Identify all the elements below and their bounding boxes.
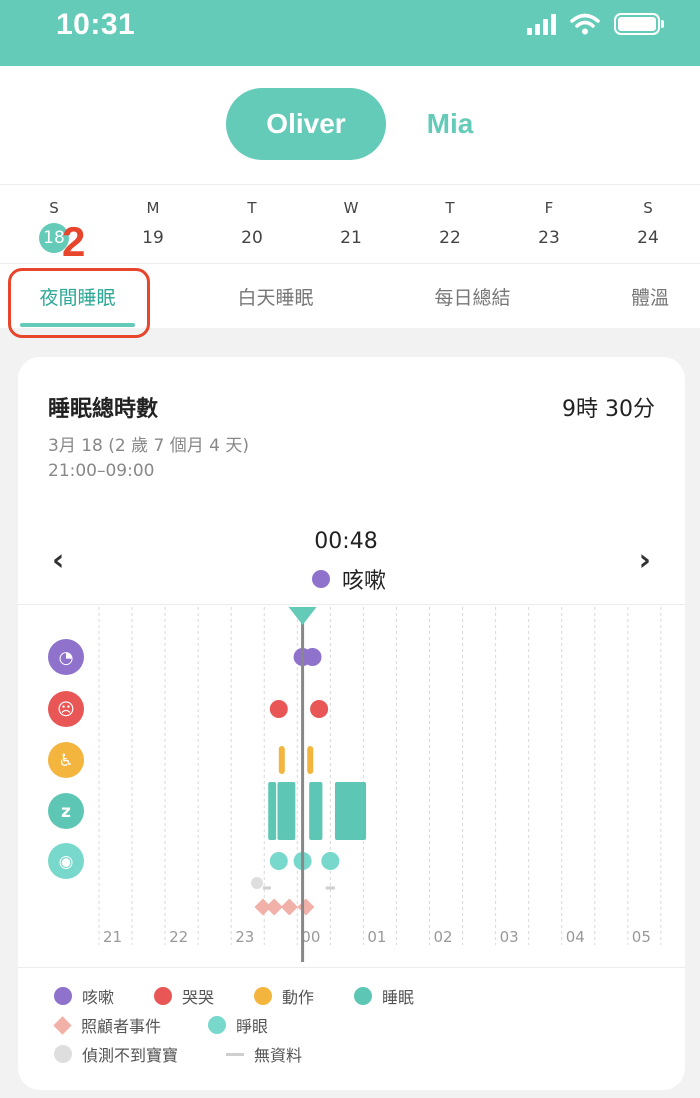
x-tick-label: 00: [301, 928, 320, 946]
cry-event: [310, 700, 329, 718]
svg-text:♿: ♿: [58, 751, 73, 771]
status-bar: 10:31: [0, 0, 700, 66]
legend-item: 咳嗽: [54, 984, 114, 1008]
x-tick-label: 22: [169, 928, 188, 946]
tab-daily-summary[interactable]: 每日總結: [415, 264, 530, 328]
tab-day-sleep[interactable]: 白天睡眠: [218, 264, 333, 328]
cough-event: [303, 648, 322, 666]
legend-swatch: [254, 987, 272, 1005]
motion-bar: [307, 746, 314, 774]
legend-item: 偵測不到寶寶: [54, 1042, 178, 1066]
legend-swatch: [354, 987, 372, 1005]
x-tick-label: 03: [500, 928, 519, 946]
status-icons: [527, 13, 664, 35]
caregiver-marker: [297, 898, 315, 916]
x-tick-label: 01: [367, 928, 386, 946]
chart-legend: 咳嗽 哭哭 動作 睡眠照顧者事件 睜眼偵測不到寶寶 無資料: [18, 967, 685, 1090]
legend-swatch: [53, 1015, 72, 1035]
legend-label: 睜眼: [236, 1017, 269, 1036]
cursor-handle-icon: [288, 607, 317, 625]
signal-icon: [527, 13, 556, 35]
legend-swatch: [54, 1045, 72, 1063]
svg-text:◔: ◔: [59, 648, 74, 668]
profile-tab-selected[interactable]: Oliver: [226, 88, 386, 160]
week-selector: S 18 M 19 T 20 W 21 T 22 F 23 S 24: [0, 184, 700, 264]
day-item[interactable]: W 21: [311, 185, 391, 265]
legend-label: 咳嗽: [82, 988, 115, 1007]
x-tick-label: 23: [235, 928, 254, 946]
sleep-card: 睡眠總時數 9時 30分 3月 18 (2 歲 7 個月 4 天) 21:00–…: [18, 357, 685, 1090]
legend-label: 無資料: [254, 1046, 303, 1065]
sleep-bar: [334, 782, 367, 840]
legend-swatch: [54, 987, 72, 1005]
legend-item: 動作: [254, 984, 314, 1008]
tab-temperature[interactable]: 體溫: [610, 264, 690, 328]
sleep-bar: [268, 782, 277, 840]
legend-swatch: [154, 987, 172, 1005]
x-tick-label: 02: [434, 928, 453, 946]
undetected-bar: [251, 877, 263, 889]
legend-swatch: [226, 1052, 244, 1056]
day-item[interactable]: S 24: [608, 185, 688, 265]
status-time: 10:31: [56, 8, 136, 41]
sleep-bar: [277, 782, 296, 840]
legend-label: 睡眠: [382, 988, 415, 1007]
day-item[interactable]: T 22: [410, 185, 490, 265]
cry-event: [269, 700, 288, 718]
sleep-bar: [309, 782, 323, 840]
svg-text:☹: ☹: [57, 700, 75, 720]
legend-item: 睜眼: [208, 1013, 268, 1037]
motion-bar: [278, 746, 285, 774]
profile-tab-other[interactable]: Mia: [402, 88, 498, 160]
legend-item: 睡眠: [354, 984, 414, 1008]
caregiver-marker: [265, 898, 283, 916]
x-tick-label: 05: [632, 928, 651, 946]
day-item[interactable]: T 20: [212, 185, 292, 265]
day-item[interactable]: M 19: [113, 185, 193, 265]
legend-label: 哭哭: [182, 988, 215, 1007]
awake-event: [269, 852, 288, 870]
wifi-icon: [570, 13, 600, 35]
legend-item: 無資料: [226, 1042, 302, 1066]
svg-text:z: z: [61, 802, 71, 822]
motion-icon: ♿: [48, 742, 84, 778]
profile-switcher: Oliver Mia: [0, 66, 700, 184]
legend-label: 動作: [282, 988, 315, 1007]
sleep-timeline-chart[interactable]: 21 22 23 00 01 02 03 04 05 ◔ ☹ ♿ z ◉: [18, 357, 685, 967]
legend-item: 哭哭: [154, 984, 214, 1008]
battery-icon: [614, 13, 664, 35]
caregiver-marker: [280, 898, 298, 916]
awake-icon: ◉: [48, 843, 84, 879]
tab-highlight-box: [8, 268, 150, 338]
sleep-icon: z: [48, 793, 84, 829]
awake-event: [321, 852, 340, 870]
day-item[interactable]: F 23: [509, 185, 589, 265]
legend-swatch: [208, 1016, 226, 1034]
cough-icon: ◔: [48, 639, 84, 675]
x-tick-label: 21: [103, 928, 122, 946]
legend-item: 照顧者事件: [53, 1013, 162, 1037]
x-tick-label: 04: [566, 928, 585, 946]
legend-label: 偵測不到寶寶: [82, 1046, 179, 1065]
cry-icon: ☹: [48, 691, 84, 727]
legend-label: 照顧者事件: [81, 1017, 162, 1036]
step-number-annotation: 2: [62, 218, 86, 265]
svg-text:◉: ◉: [59, 852, 74, 872]
